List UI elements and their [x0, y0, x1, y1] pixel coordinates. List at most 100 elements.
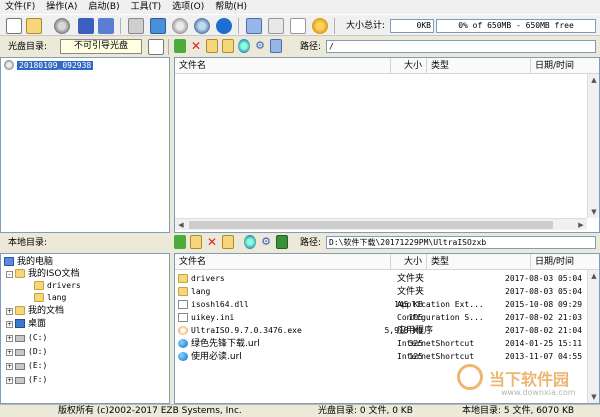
tree-item-drivers[interactable]: drivers: [34, 280, 81, 292]
local-add-icon[interactable]: [244, 235, 256, 249]
make-cd-image-icon[interactable]: [128, 18, 144, 34]
new-icon[interactable]: [6, 18, 22, 34]
disc-directory-label: 光盘目录:: [8, 42, 48, 52]
local-path-field[interactable]: D:\软件下载\20171229PM\UltraISOzxb: [326, 236, 596, 249]
local-up-icon[interactable]: [174, 235, 186, 249]
save-as-icon[interactable]: [98, 18, 114, 34]
file-row-date: 2014-01-25 15:11: [505, 339, 583, 348]
local-col-name[interactable]: 文件名: [175, 254, 391, 270]
total-size-value: 0KB: [390, 19, 434, 33]
local-col-size[interactable]: 大小: [391, 254, 427, 270]
status-local-summary: 本地目录: 5 文件, 6070 KB: [462, 406, 575, 416]
settings-gear-icon[interactable]: ⚙: [254, 39, 266, 53]
tree-item-desktop[interactable]: + 桌面: [6, 318, 46, 330]
local-tree-pane: 我的电脑 - 我的ISO文档 drivers lang + 我的文档 + 桌面 + (C…: [0, 253, 170, 404]
file-row-name[interactable]: uikey.ini: [178, 312, 388, 324]
folder-icon: [178, 274, 188, 283]
about-icon[interactable]: [312, 18, 328, 34]
disc-root-label: 20180109_092938: [17, 61, 94, 70]
burn-icon[interactable]: [172, 18, 188, 34]
ie-icon[interactable]: [216, 18, 232, 34]
menu-action[interactable]: 操作(A): [41, 0, 83, 14]
file-row-name[interactable]: isoshl64.dll: [178, 299, 388, 311]
desktop-icon: [15, 319, 25, 328]
local-new-folder-icon[interactable]: [190, 235, 202, 249]
menu-boot[interactable]: 启动(B): [83, 0, 125, 14]
mount-icon[interactable]: [194, 18, 210, 34]
tree-item-my-computer[interactable]: 我的电脑: [4, 256, 53, 268]
disc-properties-icon[interactable]: [148, 39, 164, 55]
status-disc-summary: 光盘目录: 0 文件, 0 KB: [318, 406, 413, 416]
url-icon: [178, 339, 188, 348]
boot-type-button[interactable]: 不可引导光盘: [60, 39, 142, 54]
menu-file[interactable]: 文件(F): [0, 0, 41, 14]
local-col-date[interactable]: 日期/时间: [531, 254, 599, 270]
save-icon[interactable]: [78, 18, 94, 34]
cd-icon: [4, 60, 14, 70]
folder-icon: [15, 269, 25, 278]
rename-icon[interactable]: [222, 39, 234, 53]
drive-icon: [15, 349, 25, 356]
menu-tools[interactable]: 工具(T): [126, 0, 168, 14]
file-row-type: Application Ext...: [397, 300, 484, 309]
capacity-meter: 0% of 650MB - 650MB free: [436, 19, 596, 33]
disc-col-date[interactable]: 日期/时间: [531, 58, 599, 74]
tree-item-drive-c[interactable]: + (C:): [6, 332, 47, 344]
disc-path-field[interactable]: /: [326, 40, 596, 53]
tree-item-lang[interactable]: lang: [34, 292, 66, 304]
disc-col-type[interactable]: 类型: [427, 58, 531, 74]
tree-item-drive-d[interactable]: + (D:): [6, 346, 47, 358]
local-settings-gear-icon[interactable]: ⚙: [260, 235, 272, 249]
drive-icon: [15, 377, 25, 384]
dll-icon: [178, 300, 188, 309]
disc-bar: 光盘目录: 不可引导光盘 ✕ ⚙ 路径: /: [0, 37, 600, 57]
tree-item-my-iso-docs[interactable]: - 我的ISO文档: [6, 268, 79, 280]
extract-icon[interactable]: [238, 39, 250, 53]
menu-options[interactable]: 选项(O): [167, 0, 210, 14]
file-row-type: 文件夹: [397, 287, 425, 297]
file-row-name[interactable]: drivers: [178, 273, 388, 285]
disc-root-node[interactable]: 20180109_092938: [4, 60, 94, 72]
local-directory-label: 本地目录:: [8, 238, 48, 248]
register-icon[interactable]: [290, 18, 306, 34]
menu-bar: 文件(F) 操作(A) 启动(B) 工具(T) 选项(O) 帮助(H): [0, 0, 600, 14]
local-refresh-icon[interactable]: [276, 235, 288, 249]
local-bar: 本地目录: ✕ ⚙ 路径: D:\软件下载\20171229PM\UltraIS…: [0, 233, 600, 253]
compress-icon[interactable]: [150, 18, 166, 34]
delete-icon[interactable]: ✕: [190, 39, 202, 53]
tree-item-my-documents[interactable]: + 我的文档: [6, 305, 64, 317]
disc-list-hscroll[interactable]: ◀ ▶: [175, 218, 587, 230]
file-row-date: 2017-08-03 05:04: [505, 274, 583, 283]
disc-list-vscroll[interactable]: ▲ ▼: [587, 74, 599, 218]
watermark-title: 当下软件园: [489, 370, 570, 389]
url-icon: [178, 352, 188, 361]
watermark-url: www.downxia.com: [501, 388, 576, 397]
local-rename-icon[interactable]: [222, 235, 234, 249]
tree-item-drive-f[interactable]: + (F:): [6, 374, 47, 386]
file-row-name[interactable]: 绿色先锋下载.url: [178, 338, 388, 350]
file-row-type: Configuration S...: [397, 313, 484, 322]
menu-help[interactable]: 帮助(H): [210, 0, 253, 14]
help-icon[interactable]: [268, 18, 284, 34]
options-icon[interactable]: [246, 18, 262, 34]
file-row-name[interactable]: lang: [178, 286, 388, 298]
local-delete-icon[interactable]: ✕: [206, 235, 218, 249]
file-row-date: 2015-10-08 09:29: [505, 300, 583, 309]
folder-icon: [34, 293, 44, 302]
view-icon[interactable]: [270, 39, 282, 53]
file-row-name[interactable]: 使用必读.url: [178, 351, 388, 363]
file-row-date: 2017-08-03 05:04: [505, 287, 583, 296]
new-folder-icon[interactable]: [206, 39, 218, 53]
disc-col-name[interactable]: 文件名: [175, 58, 391, 74]
tree-item-drive-e[interactable]: + (E:): [6, 360, 47, 372]
folder-icon: [15, 306, 25, 315]
main-toolbar: 大小总计: 0KB 0% of 650MB - 650MB free: [0, 14, 600, 36]
local-path-label: 路径:: [300, 238, 322, 248]
open-icon[interactable]: [26, 18, 42, 34]
local-col-type[interactable]: 类型: [427, 254, 531, 270]
open-disc-icon[interactable]: [54, 18, 70, 34]
file-row-date: 2017-08-02 21:04: [505, 326, 583, 335]
up-icon[interactable]: [174, 39, 186, 53]
computer-icon: [4, 257, 14, 266]
disc-col-size[interactable]: 大小: [391, 58, 427, 74]
